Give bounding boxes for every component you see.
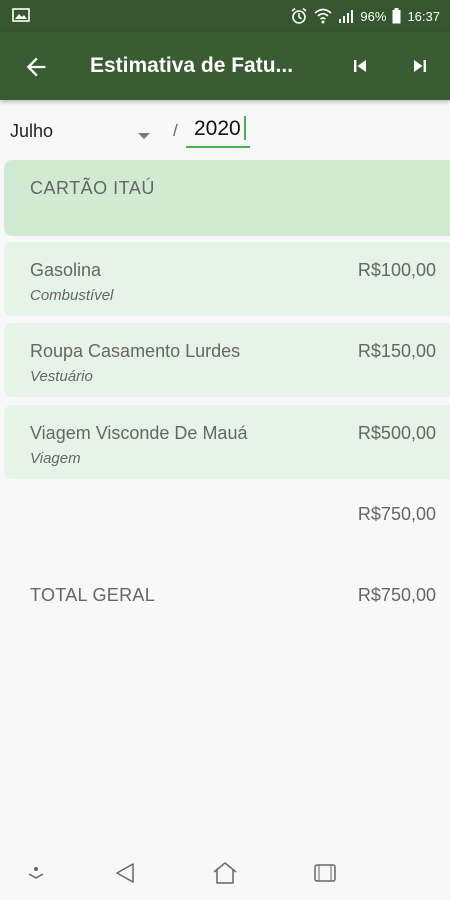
app-bar: Estimativa de Fatu... [0,32,450,100]
year-input[interactable]: 2020 [186,112,250,148]
recents-icon[interactable] [313,863,337,888]
item-amount: R$100,00 [357,260,436,280]
total-label: TOTAL GERAL [30,585,156,605]
item-category: Viagem [30,450,81,467]
card-subtotal: R$750,00 [357,504,436,524]
card-title: CARTÃO ITAÚ [30,178,155,198]
chevron-down-icon [138,125,150,146]
system-nav-bar [0,846,450,900]
item-name: Roupa Casamento Lurdes [30,341,241,361]
skip-next-icon [414,60,426,72]
back-arrow-icon [26,57,46,77]
home-icon[interactable] [212,861,238,890]
alarm-icon [290,7,308,25]
expense-item-viagem[interactable]: Viagem Visconde De Mauá Viagem R$500,00 [4,405,450,479]
last-page-button[interactable] [408,54,432,78]
back-button[interactable] [22,53,50,81]
expense-item-roupa[interactable]: Roupa Casamento Lurdes Vestuário R$150,0… [4,323,450,397]
page-title: Estimativa de Fatu... [90,54,294,77]
wifi-icon [314,8,332,24]
clock-time: 16:37 [407,8,440,24]
collapse-icon[interactable] [27,865,45,886]
status-bar: 96% 16:37 [0,0,450,32]
date-separator: / [173,121,178,140]
signal-icon [338,9,354,23]
month-dropdown[interactable]: Julho [10,113,160,147]
battery-percent: 96% [360,8,387,24]
item-name: Gasolina [30,260,102,280]
item-category: Combustível [30,287,114,304]
back-triangle-icon[interactable] [114,862,136,889]
total-value: R$750,00 [357,585,436,605]
skip-previous-icon [354,60,366,72]
item-amount: R$500,00 [357,423,436,443]
card-header[interactable]: CARTÃO ITAÚ [4,160,450,236]
first-page-button[interactable] [348,54,372,78]
month-value: Julho [10,121,54,141]
battery-icon [392,8,401,24]
expense-item-gasolina[interactable]: Gasolina Combustível R$100,00 [4,242,450,316]
text-cursor [244,116,246,140]
item-category: Vestuário [30,368,93,385]
year-value: 2020 [194,117,241,140]
image-icon [12,8,30,25]
item-name: Viagem Visconde De Mauá [30,423,248,443]
item-amount: R$150,00 [357,341,436,361]
